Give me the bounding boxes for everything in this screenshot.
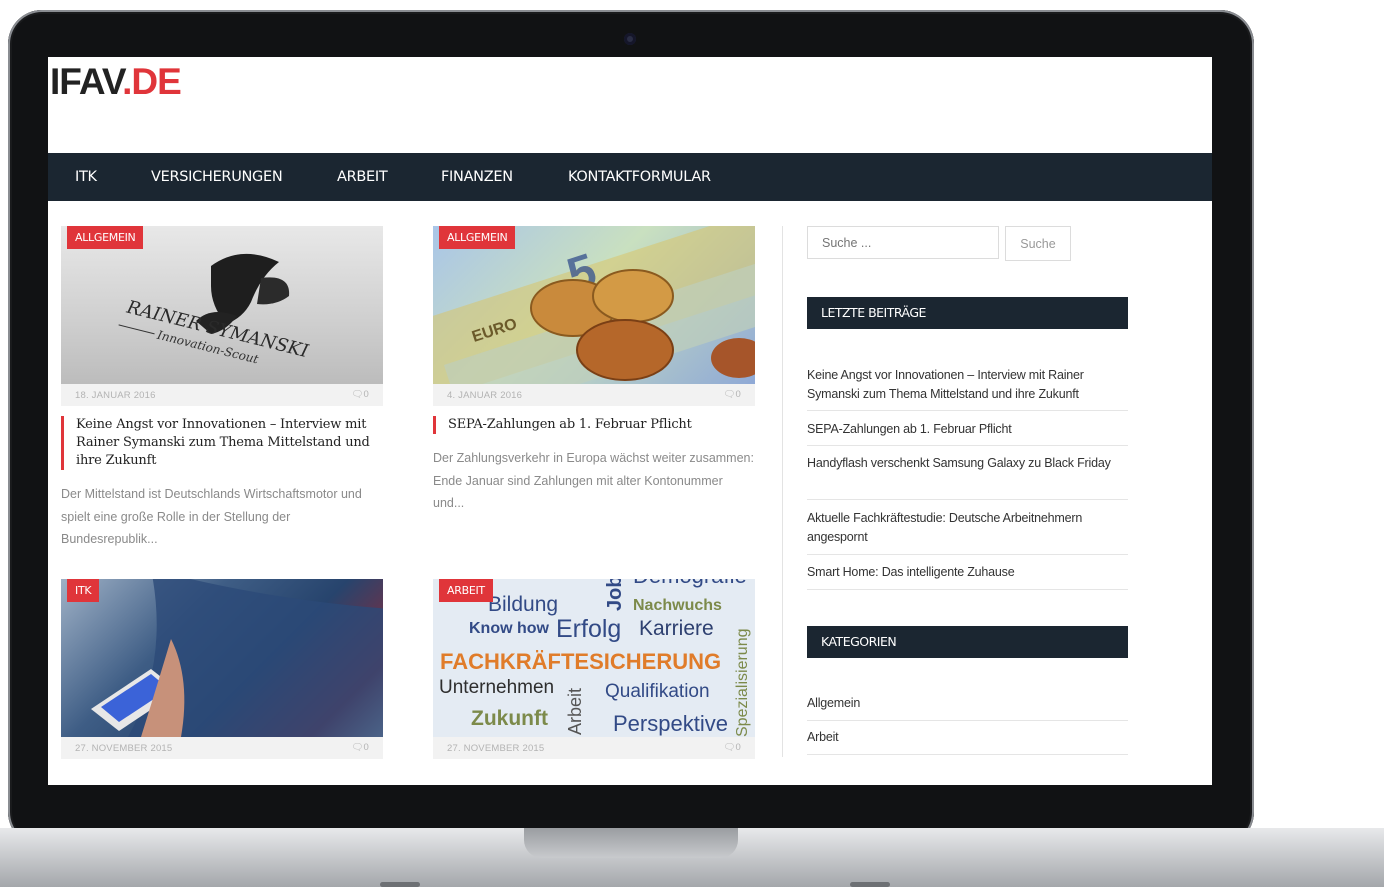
post-thumbnail[interactable]: 5 EURO ALLGEMEIN	[433, 226, 755, 384]
laptop-notch	[524, 828, 738, 858]
recent-post-link[interactable]: Aktuelle Fachkräftestudie: Deutsche Arbe…	[807, 509, 1128, 555]
smartphone-image	[91, 579, 383, 737]
euro-coins-image: 5 EURO	[433, 226, 755, 384]
svg-text:Erfolg: Erfolg	[556, 615, 621, 643]
rainer-logo-image: RAINER SYMANSKI Innovation-Scout	[118, 253, 311, 367]
svg-text:FACHKRÄFTESICHERUNG: FACHKRÄFTESICHERUNG	[440, 649, 721, 674]
post-date: 27. NOVEMBER 2015	[75, 743, 173, 754]
svg-text:Demografie: Demografie	[633, 579, 747, 588]
post-excerpt: Der Mittelstand ist Deutschlands Wirtsch…	[61, 487, 362, 546]
sidebar-divider	[782, 226, 783, 757]
post-meta: 27. NOVEMBER 2015 🗨︎0	[433, 737, 755, 759]
post-card: ITK 27. NOVEMBER 2015 🗨︎0	[61, 579, 383, 759]
post-title-link[interactable]: Keine Angst vor Innovationen – Interview…	[61, 416, 383, 470]
main-navigation: ITK VERSICHERUNGEN ARBEIT FINANZEN KONTA…	[48, 153, 1212, 201]
post-date: 27. NOVEMBER 2015	[447, 743, 545, 754]
comment-count[interactable]: 🗨︎0	[351, 389, 369, 400]
nav-item-kontaktformular[interactable]: KONTAKTFORMULAR	[568, 153, 711, 201]
post-meta: 27. NOVEMBER 2015 🗨︎0	[61, 737, 383, 759]
comment-count[interactable]: 🗨︎0	[723, 742, 741, 753]
category-link[interactable]: Arbeit	[807, 728, 1128, 755]
recent-posts-heading: LETZTE BEITRÄGE	[807, 297, 1128, 329]
post-date: 18. JANUAR 2016	[75, 390, 156, 401]
post-card: RAINER SYMANSKI Innovation-Scout ALLGEME…	[61, 226, 383, 551]
svg-text:Karriere: Karriere	[639, 617, 714, 640]
laptop-foot	[380, 882, 420, 887]
post-date: 4. JANUAR 2016	[447, 390, 523, 401]
category-badge[interactable]: ALLGEMEIN	[439, 226, 516, 249]
recent-post-link[interactable]: Smart Home: Das intelligente Zuhause	[807, 563, 1128, 590]
svg-text:Zukunft: Zukunft	[471, 707, 548, 730]
category-badge[interactable]: ARBEIT	[439, 579, 493, 602]
post-meta: 18. JANUAR 2016 🗨︎0	[61, 384, 383, 406]
post-card: 5 EURO ALLGEMEIN 4. JANUAR 2016 🗨︎0 SEPA…	[433, 226, 755, 515]
svg-text:Arbeit: Arbeit	[565, 688, 585, 735]
svg-text:Spezialisierung: Spezialisierung	[734, 628, 751, 737]
post-excerpt: Der Zahlungsverkehr in Europa wächst wei…	[433, 451, 754, 510]
webcam-icon	[624, 33, 636, 45]
post-thumbnail[interactable]: RAINER SYMANSKI Innovation-Scout ALLGEME…	[61, 226, 383, 384]
category-badge[interactable]: ITK	[67, 579, 100, 602]
post-thumbnail[interactable]: Demografie Bildung Nachwuchs Know how Er…	[433, 579, 755, 737]
comment-count[interactable]: 🗨︎0	[351, 742, 369, 753]
search-button[interactable]: Suche	[1005, 226, 1071, 261]
svg-text:Nachwuchs: Nachwuchs	[633, 597, 722, 614]
recent-post-link[interactable]: SEPA-Zahlungen ab 1. Februar Pflicht	[807, 420, 1128, 446]
site-logo[interactable]: IFAV.DE	[50, 61, 182, 103]
post-thumbnail[interactable]: ITK	[61, 579, 383, 737]
svg-text:Know how: Know how	[469, 620, 550, 637]
svg-text:Qualifikation: Qualifikation	[605, 681, 710, 702]
logo-main: IFAV	[50, 61, 123, 102]
category-link[interactable]: Allgemein	[807, 694, 1128, 721]
recent-post-link[interactable]: Keine Angst vor Innovationen – Interview…	[807, 366, 1128, 411]
svg-text:Perspektive: Perspektive	[613, 711, 728, 736]
nav-item-finanzen[interactable]: FINANZEN	[441, 153, 513, 201]
laptop-foot	[850, 882, 890, 887]
svg-text:Unternehmen: Unternehmen	[439, 677, 554, 698]
nav-item-arbeit[interactable]: ARBEIT	[337, 153, 388, 201]
word-cloud-image: Demografie Bildung Nachwuchs Know how Er…	[439, 579, 751, 737]
svg-text:Bildung: Bildung	[488, 593, 558, 616]
category-badge[interactable]: ALLGEMEIN	[67, 226, 144, 249]
post-meta: 4. JANUAR 2016 🗨︎0	[433, 384, 755, 406]
website-screen: IFAV.DE ITK VERSICHERUNGEN ARBEIT FINANZ…	[48, 57, 1212, 785]
post-card: Demografie Bildung Nachwuchs Know how Er…	[433, 579, 755, 759]
search-input[interactable]	[807, 226, 999, 259]
svg-text:Job: Job	[604, 579, 626, 611]
comment-count[interactable]: 🗨︎0	[723, 389, 741, 400]
post-title-link[interactable]: SEPA-Zahlungen ab 1. Februar Pflicht	[433, 416, 755, 434]
nav-item-versicherungen[interactable]: VERSICHERUNGEN	[151, 153, 283, 201]
recent-post-link[interactable]: Handyflash verschenkt Samsung Galaxy zu …	[807, 454, 1128, 500]
logo-accent: .DE	[122, 61, 182, 102]
nav-item-itk[interactable]: ITK	[75, 153, 97, 201]
categories-heading: KATEGORIEN	[807, 626, 1128, 658]
